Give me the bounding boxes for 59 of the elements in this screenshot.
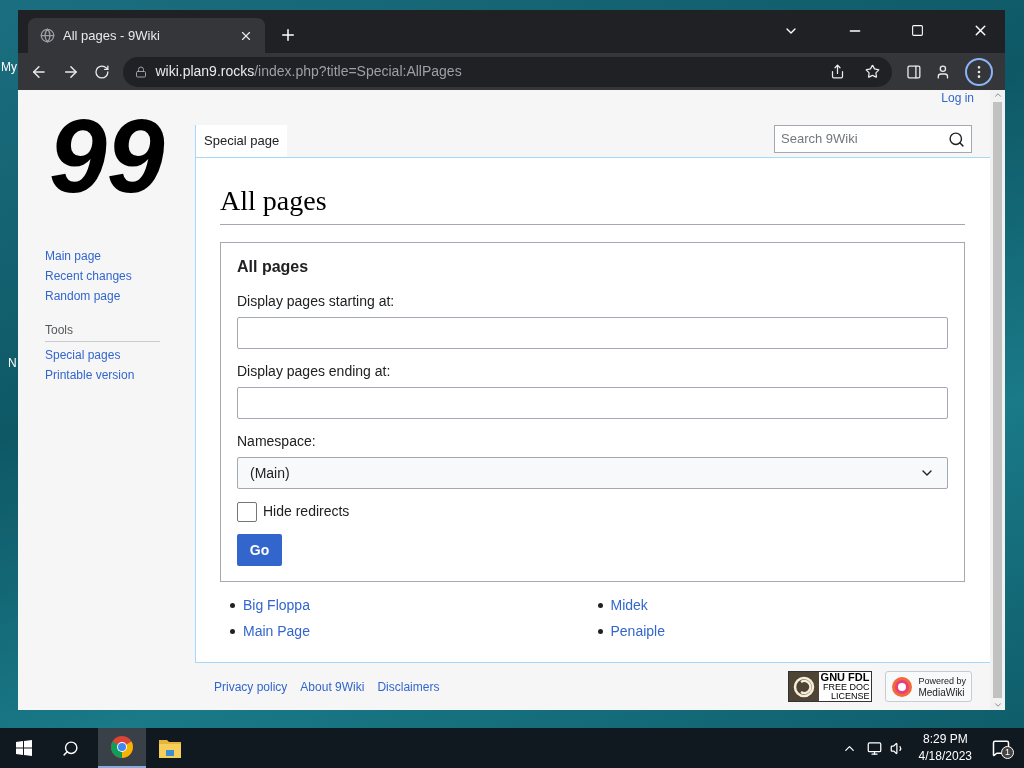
browser-tab[interactable]: All pages - 9Wiki	[28, 18, 265, 53]
address-bar[interactable]: wiki.plan9.rocks/index.php?title=Special:AllPages	[123, 56, 892, 87]
maximize-icon[interactable]	[911, 24, 924, 37]
checkbox[interactable]	[237, 501, 257, 522]
copyleft-icon	[792, 675, 815, 698]
tools-heading: Tools	[45, 321, 160, 342]
logo[interactable]: 99	[49, 104, 181, 208]
folder-icon[interactable]	[159, 738, 181, 758]
search-field[interactable]: Search 9Wiki	[774, 125, 972, 153]
gnu-fdl-badge[interactable]: GNU FDL FREE DOC LICENSE	[787, 671, 873, 702]
share-icon[interactable]	[829, 64, 845, 79]
footer-link[interactable]: About 9Wiki	[300, 677, 365, 696]
namespace-select[interactable]: (Main)	[237, 457, 948, 489]
page-link[interactable]: Big Floppa	[243, 595, 310, 616]
windows-start-icon[interactable]	[16, 740, 32, 756]
menu-icon[interactable]	[965, 57, 993, 86]
tools-link[interactable]: Special pages	[45, 347, 195, 364]
clock-date[interactable]: 4/18/2023	[918, 748, 972, 765]
page-link[interactable]: Penaiple	[610, 621, 665, 642]
nav-link[interactable]: Random page	[45, 288, 195, 305]
chrome-taskbar-icon[interactable]	[98, 728, 146, 768]
flower-icon	[891, 675, 914, 698]
field-label: Namespace:	[237, 432, 317, 451]
go-button[interactable]: Go	[237, 534, 282, 566]
star-icon[interactable]	[864, 64, 880, 79]
checkbox-label: Hide redirects	[263, 502, 350, 521]
notification-count: 1	[1001, 746, 1014, 759]
nav-link[interactable]: Recent changes	[45, 268, 195, 285]
field-label: Display pages starting at:	[237, 292, 396, 311]
bullet-icon	[230, 629, 235, 634]
nav-link[interactable]: Main page	[45, 248, 195, 265]
lock-icon	[135, 65, 148, 78]
special-page-tab[interactable]: Special page	[195, 125, 288, 157]
search-icon[interactable]	[948, 130, 965, 148]
bullet-icon	[597, 603, 603, 608]
input-field[interactable]	[237, 317, 948, 349]
field-label: Display pages ending at:	[237, 362, 392, 381]
desktop-icon-label[interactable]: N	[8, 354, 17, 372]
side-panel-icon[interactable]	[905, 63, 922, 80]
notification-icon[interactable]	[992, 739, 1010, 757]
bullet-icon	[597, 629, 603, 634]
globe-icon	[40, 28, 55, 43]
page-link[interactable]: Main Page	[243, 621, 310, 642]
new-tab-icon[interactable]	[279, 26, 297, 44]
page-title: All pages	[220, 180, 965, 225]
desktop-icon-label[interactable]: My	[1, 58, 17, 76]
login-link[interactable]: Log in	[941, 89, 974, 107]
input-field[interactable]	[237, 387, 948, 419]
form-legend: All pages	[237, 255, 948, 279]
footer-link[interactable]: Privacy policy	[214, 677, 288, 696]
clock-time[interactable]: 8:29 PM	[922, 731, 968, 748]
powered-by-mediawiki-badge[interactable]: Powered by MediaWiki	[885, 671, 972, 702]
footer-link[interactable]: Disclaimers	[377, 677, 440, 696]
page-link[interactable]: Midek	[610, 595, 648, 616]
bullet-icon	[230, 603, 235, 608]
reload-icon[interactable]	[93, 63, 110, 80]
network-icon[interactable]	[866, 740, 882, 756]
tools-link[interactable]: Printable version	[45, 367, 195, 384]
search-icon[interactable]	[62, 739, 79, 757]
